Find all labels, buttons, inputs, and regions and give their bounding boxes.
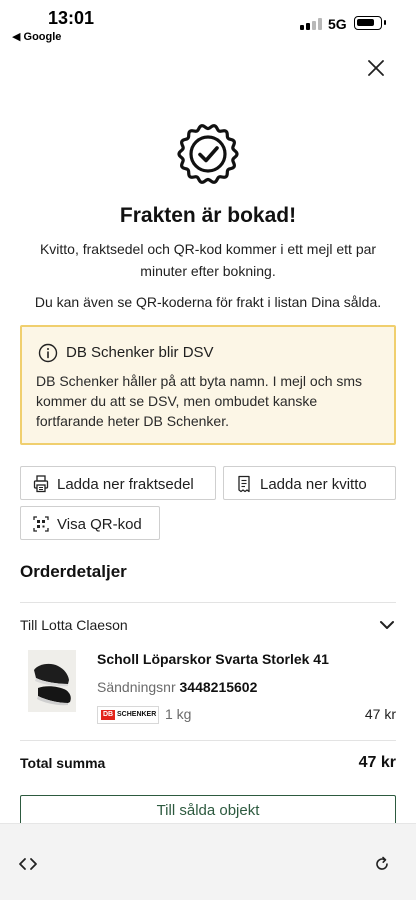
status-bar: 13:01 ◀ Google 5G xyxy=(0,0,416,46)
battery-tip xyxy=(384,20,386,25)
item-price: 47 kr xyxy=(364,706,396,722)
shipment-number: 3448215602 xyxy=(179,679,258,695)
battery-level-fill xyxy=(357,19,374,26)
confirmation-subtitle: Kvitto, fraktsedel och QR-kod kommer i e… xyxy=(39,241,377,279)
show-qr-button[interactable]: Visa QR-kod xyxy=(20,506,160,540)
reload-icon[interactable] xyxy=(374,856,390,872)
show-qr-label: Visa QR-kod xyxy=(57,516,142,533)
total-label: Total summa xyxy=(20,755,106,771)
total-value: 47 kr xyxy=(358,754,396,771)
download-waybill-button[interactable]: Ladda ner fraktsedel xyxy=(20,466,216,500)
order-details-heading: Orderdetaljer xyxy=(20,562,127,581)
download-receipt-label: Ladda ner kvitto xyxy=(260,476,367,493)
shipment-number-row: Sändningsnr 3448215602 xyxy=(97,679,257,695)
back-to-app-link[interactable]: ◀ Google xyxy=(12,30,61,43)
network-type: 5G xyxy=(328,16,347,32)
divider xyxy=(20,740,396,741)
signal-icon xyxy=(300,18,322,30)
close-icon xyxy=(368,60,384,76)
product-image xyxy=(28,650,76,712)
receipt-icon xyxy=(238,475,250,493)
confirmation-note: Du kan även se QR-koderna för frakt i li… xyxy=(34,294,382,310)
verified-check-badge-icon xyxy=(176,122,240,186)
carrier-logo: DB SCHENKER xyxy=(97,706,159,724)
battery-icon xyxy=(354,16,382,30)
confirmation-title: Frakten är bokad! xyxy=(119,204,297,227)
qr-code-icon xyxy=(33,516,49,532)
product-name: Scholl Löparskor Svarta Storlek 41 xyxy=(97,651,329,667)
download-waybill-label: Ladda ner fraktsedel xyxy=(57,476,194,493)
browser-toolbar xyxy=(0,823,416,900)
divider xyxy=(20,602,396,603)
info-icon xyxy=(38,343,58,363)
chevron-down-icon[interactable] xyxy=(378,616,396,634)
info-notice-box: DB Schenker blir DSV DB Schenker håller … xyxy=(20,325,396,445)
carrier-logo-name: SCHENKER xyxy=(117,711,157,718)
download-receipt-button[interactable]: Ladda ner kvitto xyxy=(223,466,396,500)
recipient-label[interactable]: Till Lotta Claeson xyxy=(20,617,128,633)
status-time: 13:01 xyxy=(48,8,95,28)
info-body: DB Schenker håller på att byta namn. I m… xyxy=(36,373,363,429)
printer-icon xyxy=(33,475,49,493)
package-weight: 1 kg xyxy=(165,706,192,722)
shipment-number-label: Sändningsnr xyxy=(97,679,176,695)
info-title: DB Schenker blir DSV xyxy=(66,344,214,361)
close-button[interactable] xyxy=(362,54,390,82)
code-brackets-icon[interactable] xyxy=(18,856,38,872)
carrier-logo-db: DB xyxy=(101,710,115,720)
